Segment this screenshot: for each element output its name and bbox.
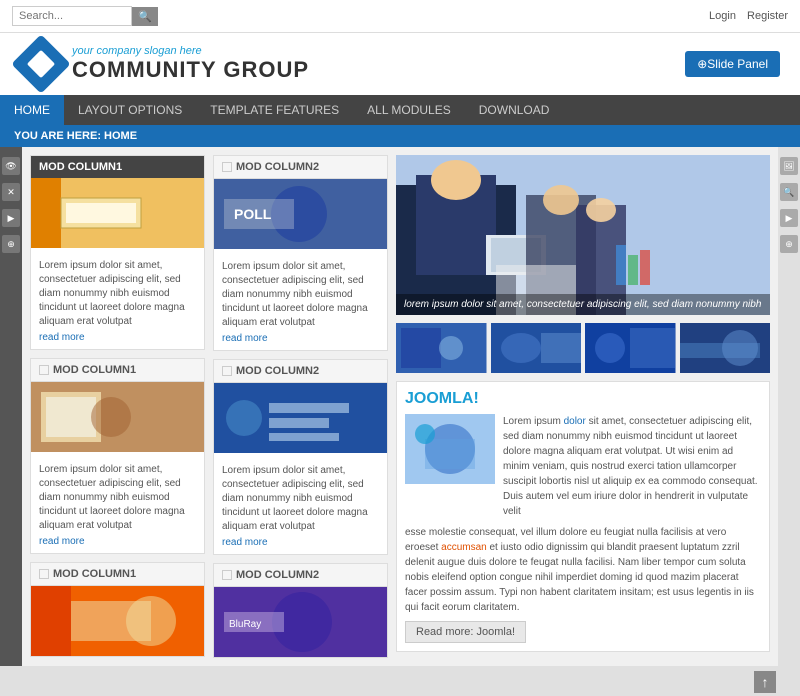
joomla-content: Lorem ipsum dolor sit amet, consectetuer… <box>405 414 761 519</box>
mod-col2-square-icon2 <box>222 366 232 376</box>
joomla-long-text: esse molestie consequat, vel illum dolor… <box>405 525 761 615</box>
logo-text-area: your company slogan here COMMUNITY GROUP <box>72 45 309 83</box>
search-input[interactable] <box>12 6 132 26</box>
mod-col2-img2 <box>214 383 387 453</box>
header: your company slogan here COMMUNITY GROUP… <box>0 33 800 95</box>
logo-slogan: your company slogan here <box>72 45 309 57</box>
mod-col1-box3: MOD COLUMN1 <box>30 562 205 657</box>
right-column: lorem ipsum dolor sit amet, consectetuer… <box>396 155 770 658</box>
logo-icon <box>11 34 70 93</box>
mod-col2-box1: MOD COLUMN2 POLL Lorem ipsum dolor sit a… <box>213 155 388 351</box>
mod-col2-body1: Lorem ipsum dolor sit amet, consectetuer… <box>214 249 387 350</box>
register-link[interactable]: Register <box>747 10 788 22</box>
nav-item-modules[interactable]: ALL MODULES <box>353 95 465 125</box>
mod-col2-readmore1[interactable]: read more <box>222 333 268 344</box>
thumb-4 <box>680 323 771 373</box>
mod-col2-img1: POLL <box>214 179 387 249</box>
mod-col2-box3: MOD COLUMN2 BluRay <box>213 563 388 658</box>
mod-col1-header2: MOD COLUMN1 <box>31 359 204 382</box>
search-box: 🔍 <box>12 6 158 26</box>
mod-col1-readmore1[interactable]: read more <box>39 332 85 343</box>
right-sidebar-search-icon[interactable]: 🔍 <box>780 183 798 201</box>
mod-col1-readmore2[interactable]: read more <box>39 536 85 547</box>
left-sidebar-eye-icon[interactable]: 👁 <box>2 157 20 175</box>
mod-col2-box2: MOD COLUMN2 Lorem ipsum dolor sit amet, … <box>213 359 388 555</box>
mod-col1-box1: MOD COLUMN1 Lorem ipsum dolor sit amet, … <box>30 155 205 350</box>
svg-text:POLL: POLL <box>234 206 272 222</box>
svg-text:BluRay: BluRay <box>229 619 261 630</box>
right-sidebar: 🖼 🔍 ▶ ⊕ <box>778 147 800 666</box>
top-links: Login Register <box>701 10 788 22</box>
hero-caption: lorem ipsum dolor sit amet, consectetuer… <box>396 294 770 315</box>
thumb-1 <box>396 323 487 373</box>
mod-col1-body1: Lorem ipsum dolor sit amet, consectetuer… <box>31 248 204 349</box>
right-sidebar-play-icon[interactable]: ▶ <box>780 209 798 227</box>
joomla-dolor-link[interactable]: dolor <box>564 416 586 427</box>
mod-col2-text1: Lorem ipsum dolor sit amet, consectetuer… <box>222 260 379 330</box>
main-content: MOD COLUMN1 Lorem ipsum dolor sit amet, … <box>22 147 778 666</box>
right-sidebar-plus-icon[interactable]: ⊕ <box>780 235 798 253</box>
mod-col2-img3: BluRay <box>214 587 387 657</box>
mod-col2-header3: MOD COLUMN2 <box>214 564 387 587</box>
logo-area: your company slogan here COMMUNITY GROUP <box>20 43 309 85</box>
logo-icon-inner <box>27 50 55 78</box>
content-area: 👁 ✕ ▶ ⊕ MOD COLUMN1 <box>0 147 800 666</box>
mod-col1-square-icon2 <box>39 365 49 375</box>
breadcrumb: YOU ARE HERE: HOME <box>0 125 800 147</box>
nav-item-home[interactable]: HOME <box>0 95 64 125</box>
left-column: MOD COLUMN1 Lorem ipsum dolor sit amet, … <box>30 155 205 658</box>
thumb-3 <box>585 323 676 373</box>
mod-col2-text2: Lorem ipsum dolor sit amet, consectetuer… <box>222 464 379 534</box>
mod-col2-readmore2[interactable]: read more <box>222 537 268 548</box>
thumb-row <box>396 323 770 373</box>
thumb-2 <box>491 323 582 373</box>
scroll-to-top-button[interactable]: ↑ <box>754 671 776 693</box>
main-nav: HOME LAYOUT OPTIONS TEMPLATE FEATURES AL… <box>0 95 800 125</box>
slide-panel-button[interactable]: ⊕Slide Panel <box>685 51 780 77</box>
nav-item-layout[interactable]: LAYOUT OPTIONS <box>64 95 196 125</box>
mod-col1-img1 <box>31 178 204 248</box>
mod-col2-body2: Lorem ipsum dolor sit amet, consectetuer… <box>214 453 387 554</box>
mid-column: MOD COLUMN2 POLL Lorem ipsum dolor sit a… <box>213 155 388 658</box>
mod-col2-header1: MOD COLUMN2 <box>214 156 387 179</box>
mod-col1-square-icon3 <box>39 569 49 579</box>
left-sidebar-play-icon[interactable]: ▶ <box>2 209 20 227</box>
left-sidebar: 👁 ✕ ▶ ⊕ <box>0 147 22 666</box>
nav-item-download[interactable]: DOWNLOAD <box>465 95 564 125</box>
login-link[interactable]: Login <box>709 10 736 22</box>
mod-col1-img2 <box>31 382 204 452</box>
joomla-title: JOOMLA! <box>405 390 761 408</box>
logo-title: COMMUNITY GROUP <box>72 57 309 83</box>
joomla-image <box>405 414 495 484</box>
mod-col1-text1: Lorem ipsum dolor sit amet, consectetuer… <box>39 259 196 329</box>
joomla-text: Lorem ipsum dolor sit amet, consectetuer… <box>503 414 761 519</box>
mod-col1-header1: MOD COLUMN1 <box>31 156 204 178</box>
left-sidebar-plus-icon[interactable]: ⊕ <box>2 235 20 253</box>
accumsan-link[interactable]: accumsan <box>441 542 487 553</box>
mod-col1-box2: MOD COLUMN1 Lorem ipsum dolor sit amet, … <box>30 358 205 554</box>
mod-col1-body2: Lorem ipsum dolor sit amet, consectetuer… <box>31 452 204 553</box>
top-bar: 🔍 Login Register <box>0 0 800 33</box>
joomla-section: JOOMLA! Lorem ipsum dolor sit amet, co <box>396 381 770 652</box>
mod-col1-header3: MOD COLUMN1 <box>31 563 204 586</box>
right-sidebar-image-icon[interactable]: 🖼 <box>780 157 798 175</box>
page-wrapper: 🔍 Login Register your company slogan her… <box>0 0 800 696</box>
mod-col2-square-icon1 <box>222 162 232 172</box>
mod-col2-header2: MOD COLUMN2 <box>214 360 387 383</box>
hero-image: lorem ipsum dolor sit amet, consectetuer… <box>396 155 770 315</box>
search-button[interactable]: 🔍 <box>132 7 158 26</box>
left-sidebar-x-icon[interactable]: ✕ <box>2 183 20 201</box>
mod-col2-square-icon3 <box>222 570 232 580</box>
mod-col1-img3 <box>31 586 204 656</box>
mod-col1-text2: Lorem ipsum dolor sit amet, consectetuer… <box>39 463 196 533</box>
nav-item-template[interactable]: TEMPLATE FEATURES <box>196 95 353 125</box>
joomla-read-more-button[interactable]: Read more: Joomla! <box>405 621 526 643</box>
